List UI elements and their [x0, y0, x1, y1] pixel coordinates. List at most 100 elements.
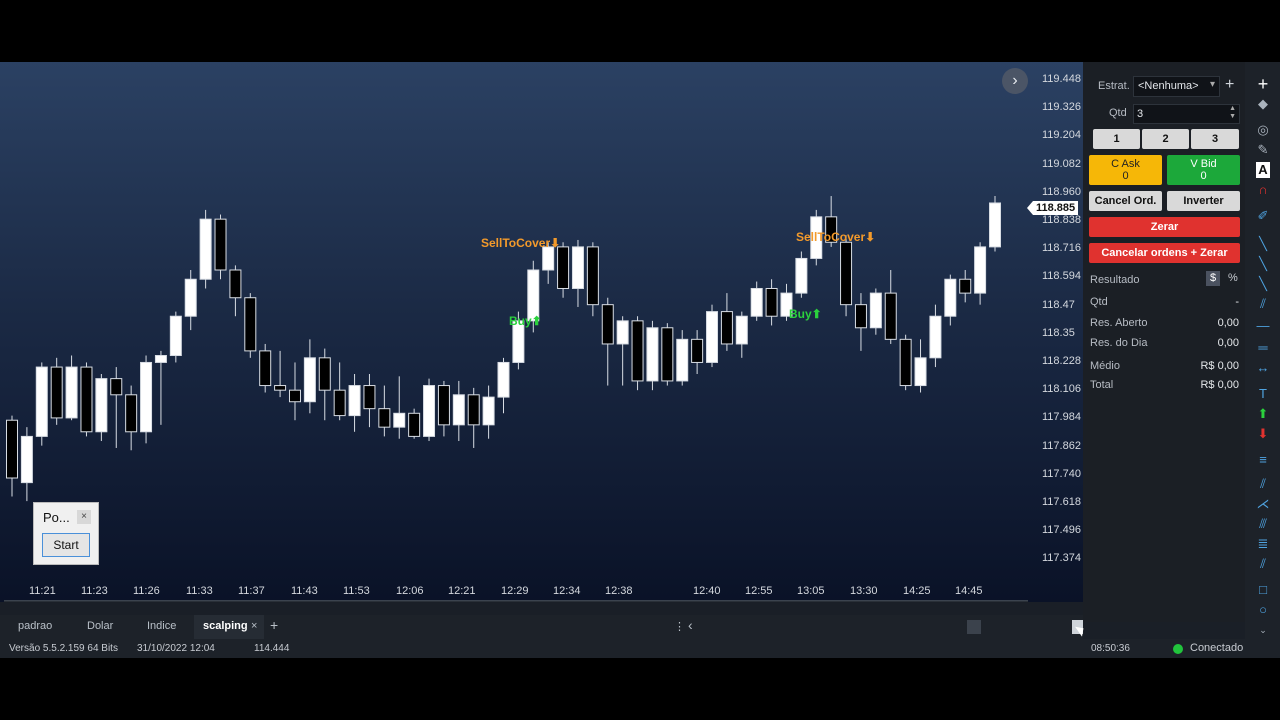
- fib-extension-icon[interactable]: ⫽: [1254, 556, 1272, 572]
- candle-body[interactable]: [944, 278, 957, 317]
- candle-body[interactable]: [318, 357, 331, 391]
- rectangle-icon[interactable]: □: [1254, 582, 1272, 598]
- horizontal-ray-icon[interactable]: ═: [1254, 340, 1272, 356]
- candle-body[interactable]: [6, 419, 18, 479]
- candle-body[interactable]: [184, 278, 197, 317]
- candle-body[interactable]: [437, 385, 450, 426]
- candle-body[interactable]: [706, 311, 719, 363]
- candle-body[interactable]: [110, 378, 123, 396]
- candle-body[interactable]: [646, 327, 659, 382]
- candle-body[interactable]: [274, 385, 287, 391]
- stepper-arrows-icon[interactable]: ▲ ▼: [1229, 105, 1236, 121]
- chevron-down-icon[interactable]: ⌄: [1254, 622, 1272, 638]
- candle-body[interactable]: [974, 246, 987, 294]
- candle-body[interactable]: [616, 320, 629, 345]
- candle-body[interactable]: [80, 366, 93, 433]
- cancel-orders-button[interactable]: Cancel Ord.: [1089, 191, 1162, 211]
- buy-ask-button[interactable]: C Ask 0: [1089, 155, 1162, 185]
- candle-body[interactable]: [140, 361, 153, 433]
- qty-2-button[interactable]: 2: [1142, 129, 1189, 149]
- sell-arrow-icon[interactable]: ⬇: [1254, 426, 1272, 442]
- fibonacci-icon[interactable]: ⫽: [1254, 476, 1272, 492]
- trendline-icon[interactable]: ╲: [1254, 236, 1272, 252]
- candle-body[interactable]: [557, 246, 570, 289]
- candle-body[interactable]: [840, 241, 853, 306]
- candle-body[interactable]: [914, 357, 927, 387]
- candle-body[interactable]: [482, 396, 495, 426]
- tab-padrao[interactable]: padrao: [18, 620, 52, 632]
- brush-icon[interactable]: ✎: [1254, 142, 1272, 158]
- pitchfork-icon[interactable]: ≣: [1254, 536, 1272, 552]
- qty-1-button[interactable]: 1: [1093, 129, 1140, 149]
- candle-body[interactable]: [199, 218, 212, 280]
- cancel-and-zero-button[interactable]: Cancelar ordens + Zerar: [1089, 243, 1240, 263]
- candle-body[interactable]: [259, 350, 272, 387]
- candle-body[interactable]: [735, 315, 748, 345]
- tab-indice[interactable]: Indice: [147, 620, 176, 632]
- candle-body[interactable]: [393, 412, 406, 428]
- candle-body[interactable]: [378, 408, 391, 428]
- candle-body[interactable]: [929, 315, 942, 359]
- qty-3-button[interactable]: 3: [1191, 129, 1239, 149]
- candle-body[interactable]: [959, 278, 972, 294]
- range-icon[interactable]: ↔: [1254, 360, 1272, 376]
- candle-body[interactable]: [854, 304, 867, 329]
- candle-body[interactable]: [229, 269, 242, 299]
- buy-arrow-icon[interactable]: ⬆: [1254, 406, 1272, 422]
- candle-body[interactable]: [899, 338, 912, 387]
- candlestick-chart[interactable]: › SellToCover⬇ Buy⬆ SellToCover⬇ Buy⬆ 11…: [0, 62, 1083, 602]
- start-button[interactable]: Start: [42, 533, 90, 557]
- candle-body[interactable]: [35, 366, 48, 437]
- candle-body[interactable]: [542, 246, 555, 271]
- position-dialog[interactable]: Po... × Start: [33, 502, 99, 565]
- text-tool-icon[interactable]: A: [1256, 162, 1270, 178]
- candle-body[interactable]: [884, 292, 897, 340]
- candle-body[interactable]: [303, 357, 316, 403]
- candle-body[interactable]: [765, 287, 778, 317]
- candle-body[interactable]: [333, 389, 346, 417]
- more-icon[interactable]: ⋮: [674, 620, 685, 633]
- extended-line-icon[interactable]: ╲: [1254, 276, 1272, 292]
- currency-toggle[interactable]: $: [1206, 271, 1220, 286]
- horizontal-line-icon[interactable]: —: [1254, 318, 1272, 334]
- invert-position-button[interactable]: Inverter: [1167, 191, 1240, 211]
- candle-body[interactable]: [65, 366, 78, 419]
- candle-body[interactable]: [288, 389, 301, 403]
- tab-close-icon[interactable]: ×: [251, 620, 257, 632]
- parallel-lines-icon[interactable]: ⫽: [1254, 296, 1272, 312]
- candle-body[interactable]: [795, 257, 808, 294]
- candle-body[interactable]: [631, 320, 644, 382]
- chart-forward-button[interactable]: ›: [1002, 68, 1028, 94]
- sell-bid-button[interactable]: V Bid 0: [1167, 155, 1240, 185]
- candle-body[interactable]: [363, 385, 376, 410]
- candle-body[interactable]: [154, 355, 167, 363]
- add-strategy-icon[interactable]: +: [1225, 76, 1234, 94]
- candle-body[interactable]: [750, 287, 763, 317]
- candle-body[interactable]: [497, 361, 510, 398]
- tab-dolar[interactable]: Dolar: [87, 620, 113, 632]
- tab-scroll-thumb[interactable]: [967, 620, 981, 634]
- percent-toggle[interactable]: %: [1228, 272, 1238, 284]
- zero-position-button[interactable]: Zerar: [1089, 217, 1240, 237]
- crosshair-add-icon[interactable]: +: [1254, 75, 1272, 93]
- circle-icon[interactable]: ○: [1254, 602, 1272, 618]
- candle-body[interactable]: [452, 394, 465, 426]
- candle-body[interactable]: [20, 435, 33, 484]
- candle-body[interactable]: [661, 327, 674, 382]
- candle-body[interactable]: [571, 246, 584, 289]
- horizontal-scrollbar[interactable]: [4, 600, 1028, 602]
- candle-body[interactable]: [601, 304, 614, 345]
- pen-icon[interactable]: ✐: [1254, 208, 1272, 224]
- text-icon[interactable]: T: [1254, 386, 1272, 402]
- candle-body[interactable]: [720, 311, 733, 345]
- candle-body[interactable]: [244, 297, 257, 352]
- candle-body[interactable]: [95, 378, 108, 433]
- fan-icon[interactable]: ⋌: [1254, 496, 1272, 512]
- candle-body[interactable]: [214, 218, 227, 271]
- candle-body[interactable]: [348, 385, 361, 417]
- candle-body[interactable]: [869, 292, 882, 329]
- close-icon[interactable]: ×: [77, 510, 91, 524]
- candle-body[interactable]: [467, 394, 480, 426]
- candle-body[interactable]: [676, 338, 689, 382]
- cursor-icon[interactable]: ◎: [1254, 122, 1272, 138]
